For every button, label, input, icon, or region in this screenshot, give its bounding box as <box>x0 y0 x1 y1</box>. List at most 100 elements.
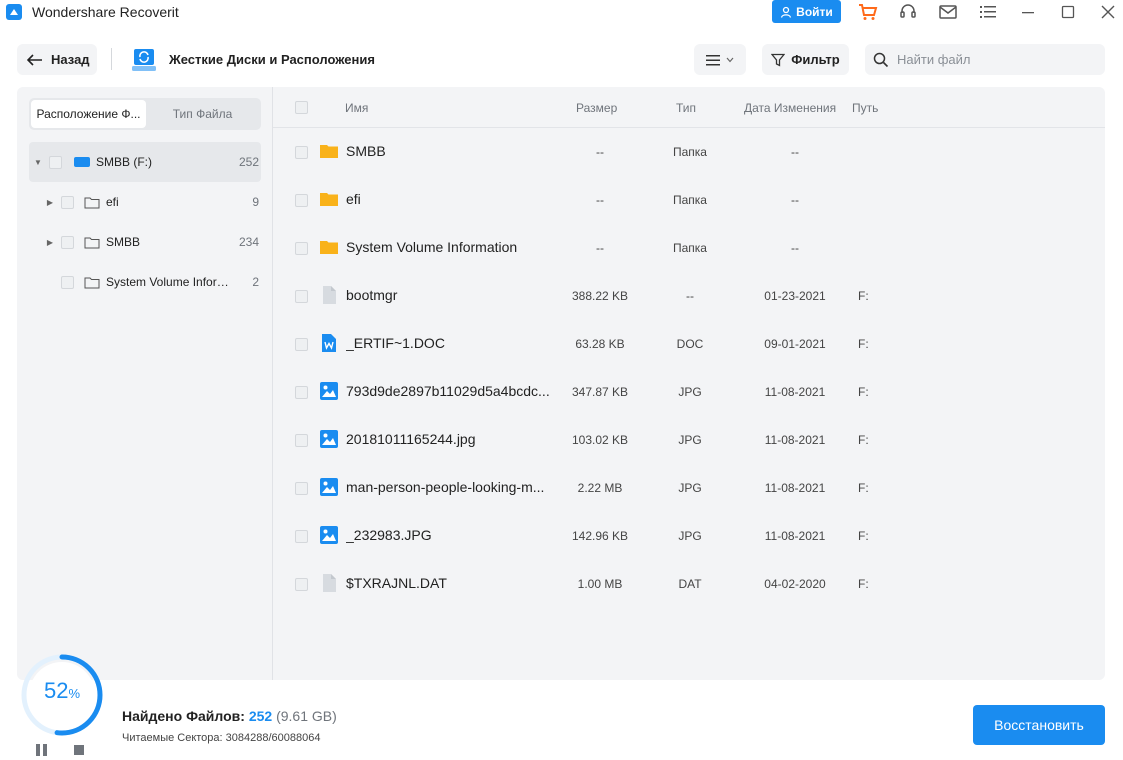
file-type: -- <box>686 289 694 303</box>
tree-checkbox[interactable] <box>61 195 74 209</box>
file-name: efi <box>346 191 361 207</box>
table-row[interactable]: _232983.JPG 142.96 KB JPG 11-08-2021 F: <box>273 512 1105 560</box>
folder-icon <box>320 238 338 256</box>
hard-drive-icon <box>132 49 156 71</box>
image-icon <box>320 478 338 496</box>
column-type[interactable]: Тип <box>676 101 696 115</box>
tree-item-smbb-drive[interactable]: ▼ SMBB (F:) 252 <box>29 142 261 182</box>
tree-item-efi[interactable]: ▶ efi 9 <box>29 182 261 222</box>
tree-item-count: 2 <box>252 275 259 289</box>
row-checkbox[interactable] <box>295 290 308 303</box>
select-all-checkbox[interactable] <box>295 101 308 114</box>
file-date: 01-23-2021 <box>764 289 826 303</box>
caret-down-icon[interactable]: ▼ <box>33 158 43 167</box>
tree-item-system-volume[interactable]: System Volume Inform... 2 <box>29 262 261 302</box>
table-row[interactable]: 20181011165244.jpg 103.02 KB JPG 11-08-2021… <box>273 416 1105 464</box>
file-date: 04-02-2020 <box>764 577 826 591</box>
app-title: Wondershare Recoverit <box>32 4 179 20</box>
support-headset-icon[interactable] <box>898 2 918 22</box>
table-row[interactable]: man-person-people-looking-m... 2.22 MB JPG… <box>273 464 1105 512</box>
row-checkbox[interactable] <box>295 434 308 447</box>
tree-item-count: 9 <box>252 195 259 209</box>
image-icon <box>320 526 338 544</box>
table-row[interactable]: System Volume Information -- Папка -- <box>273 224 1105 272</box>
row-checkbox[interactable] <box>295 242 308 255</box>
caret-right-icon[interactable]: ▶ <box>45 198 55 207</box>
column-path[interactable]: Путь <box>852 101 878 115</box>
file-date: -- <box>791 193 799 207</box>
table-row[interactable]: _ERTIF~1.DOC 63.28 KB DOC 09-01-2021 F: <box>273 320 1105 368</box>
file-size: 347.87 KB <box>571 385 629 399</box>
tab-file-location[interactable]: Расположение Ф... <box>31 100 146 128</box>
cart-icon[interactable] <box>858 2 878 22</box>
login-button[interactable]: Войти <box>772 0 841 23</box>
back-label: Назад <box>51 52 90 67</box>
mail-icon[interactable] <box>938 2 958 22</box>
tree-checkbox[interactable] <box>49 155 62 169</box>
file-size: 63.28 KB <box>575 337 625 351</box>
row-checkbox[interactable] <box>295 578 308 591</box>
row-checkbox[interactable] <box>295 338 308 351</box>
file-size: 142.96 KB <box>571 529 629 543</box>
pause-button[interactable] <box>36 744 50 756</box>
table-row[interactable]: $TXRAJNL.DAT 1.00 MB DAT 04-02-2020 F: <box>273 560 1105 608</box>
file-name: bootmgr <box>346 287 398 303</box>
file-path: F: <box>858 481 869 495</box>
row-checkbox[interactable] <box>295 530 308 543</box>
stop-button[interactable] <box>74 745 84 755</box>
file-name: System Volume Information <box>346 239 518 255</box>
sectors-read: Читаемые Сектора: 3084288/60088064 <box>122 732 320 744</box>
folder-outline-icon <box>84 237 100 248</box>
column-modified[interactable]: Дата Изменения <box>744 101 836 115</box>
file-list-panel: Имя Размер Тип Дата Изменения Путь SMBB -… <box>273 87 1105 680</box>
title-bar: Wondershare Recoverit Войти <box>0 0 1123 26</box>
tree-checkbox[interactable] <box>61 275 74 289</box>
search-icon <box>873 52 889 67</box>
folder-icon <box>320 190 338 208</box>
progress-percent: 52% <box>43 678 81 703</box>
tree-checkbox[interactable] <box>61 235 74 249</box>
image-icon <box>320 382 338 400</box>
row-checkbox[interactable] <box>295 194 308 207</box>
row-checkbox[interactable] <box>295 146 308 159</box>
tree-item-label: SMBB (F:) <box>96 155 152 169</box>
recover-button[interactable]: Восстановить <box>973 705 1105 745</box>
row-checkbox[interactable] <box>295 482 308 495</box>
column-name[interactable]: Имя <box>345 101 368 115</box>
search-input[interactable] <box>897 52 1097 67</box>
file-path: F: <box>858 289 869 303</box>
file-size: -- <box>596 145 604 159</box>
drive-icon <box>74 157 90 167</box>
file-name: 793d9de2897b11029d5a4bcdc... <box>346 383 550 399</box>
table-row[interactable]: efi -- Папка -- <box>273 176 1105 224</box>
caret-right-icon[interactable]: ▶ <box>45 238 55 247</box>
table-row[interactable]: SMBB -- Папка -- <box>273 128 1105 176</box>
table-row[interactable]: 793d9de2897b11029d5a4bcdc... 347.87 KB JPG… <box>273 368 1105 416</box>
menu-list-icon[interactable] <box>978 2 998 22</box>
close-icon[interactable] <box>1098 2 1118 22</box>
file-type: JPG <box>678 481 702 495</box>
file-size: -- <box>596 193 604 207</box>
user-icon <box>781 6 792 18</box>
view-mode-button[interactable] <box>694 44 746 75</box>
filter-button[interactable]: Фильтр <box>762 44 849 75</box>
maximize-icon[interactable] <box>1058 2 1078 22</box>
file-type: Папка <box>673 145 707 159</box>
file-date: -- <box>791 241 799 255</box>
tab-file-type[interactable]: Тип Файла <box>146 100 259 128</box>
filter-label: Фильтр <box>791 52 840 67</box>
file-date: 11-08-2021 <box>764 481 826 495</box>
minimize-icon[interactable] <box>1018 2 1038 22</box>
arrow-left-icon <box>27 53 42 66</box>
found-count: 252 <box>248 708 273 724</box>
column-size[interactable]: Размер <box>576 101 617 115</box>
file-size: 388.22 KB <box>571 289 629 303</box>
table-row[interactable]: bootmgr 388.22 KB -- 01-23-2021 F: <box>273 272 1105 320</box>
image-icon <box>320 430 338 448</box>
back-button[interactable]: Назад <box>17 44 97 75</box>
row-checkbox[interactable] <box>295 386 308 399</box>
search-box[interactable] <box>865 44 1105 75</box>
file-name: $TXRAJNL.DAT <box>346 575 447 591</box>
found-label: Найдено Файлов: <box>122 708 245 724</box>
tree-item-smbb-folder[interactable]: ▶ SMBB 234 <box>29 222 261 262</box>
